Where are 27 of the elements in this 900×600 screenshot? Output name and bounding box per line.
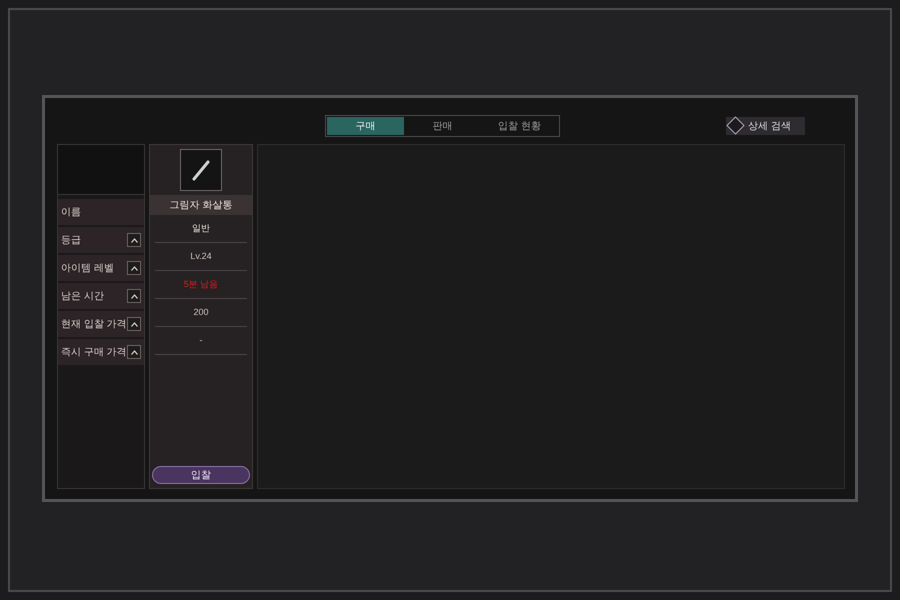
sort-label: 남은 시간 [61,290,104,304]
detail-search-button[interactable]: 상세 검색 [726,117,805,135]
item-value: Lv.24 [190,250,212,263]
sort-label: 현재 입찰 가격 [61,318,127,332]
item-value: 5분 남음 [184,278,218,291]
sort-button[interactable] [127,289,141,303]
sort-button[interactable] [127,261,141,275]
sort-button[interactable] [127,345,141,359]
tab[interactable]: 입찰 현황 [481,117,558,135]
sort-label: 아이템 레벨 [61,262,114,276]
item-value: - [200,334,202,347]
tab[interactable]: 구매 [327,117,404,135]
item-name: 그림자 화살통 [150,195,252,215]
sort-label: 등급 [61,234,81,248]
item-value: 일반 [192,222,210,235]
sort-button[interactable] [127,233,141,247]
sort-label: 즉시 구매 가격 [61,346,127,360]
caret-up-icon [130,294,138,298]
sort-button[interactable] [127,317,141,331]
caret-up-icon [130,350,138,354]
tab[interactable]: 판매 [404,117,481,135]
sort-label: 이름 [61,206,81,220]
caret-up-icon [130,266,138,270]
caret-up-icon [130,238,138,242]
caret-up-icon [130,322,138,326]
bid-button[interactable]: 입찰 [152,466,250,484]
item-value: 200 [193,306,209,319]
